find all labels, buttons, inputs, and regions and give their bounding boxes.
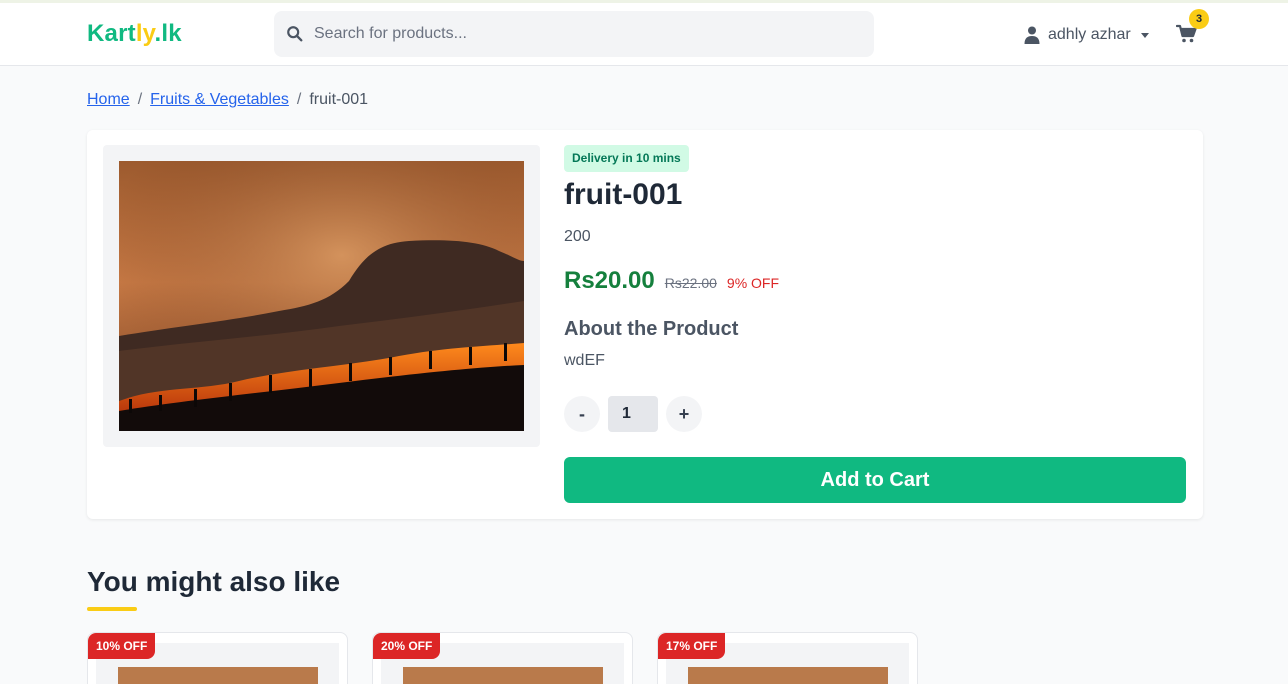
user-menu[interactable]: adhly azhar [1024,23,1149,47]
logo-part-2: ly [135,20,155,47]
product-title: fruit-001 [564,178,683,211]
cart-count-badge: 3 [1189,9,1209,29]
breadcrumb-home-link[interactable]: Home [87,91,130,109]
breadcrumb-separator: / [296,91,302,108]
logo-part-1: Kart [87,20,136,47]
related-product-image [688,667,888,684]
breadcrumb-category-link[interactable]: Fruits & Vegetables [150,91,289,109]
product-image [119,161,524,431]
site-header: Kartly.lk adhly azhar 3 [0,3,1288,66]
site-logo[interactable]: Kartly.lk [87,20,182,48]
caret-down-icon [1140,32,1149,38]
quantity-input[interactable] [608,396,658,432]
user-name: adhly azhar [1048,26,1131,43]
decrease-quantity-button[interactable]: - [564,396,600,432]
related-product-image [403,667,603,684]
search-bar [274,11,874,57]
product-detail-card: Delivery in 10 mins fruit-001 200 Rs20.0… [87,130,1203,519]
original-price: Rs22.00 [664,275,717,291]
discount-badge: 10% OFF [88,633,156,659]
delivery-badge: Delivery in 10 mins [564,145,689,172]
related-product-image [118,667,318,684]
discount-badge: 17% OFF [658,633,726,659]
breadcrumb: Home / Fruits & Vegetables / fruit-001 [87,91,368,109]
breadcrumb-current: fruit-001 [309,91,369,108]
related-product-card[interactable]: 17% OFF [657,632,918,684]
product-weight: 200 [564,228,591,245]
search-input[interactable] [314,11,864,57]
price-row: Rs20.00 Rs22.00 9% OFF [564,267,779,295]
user-icon [1024,26,1040,44]
related-product-card[interactable]: 10% OFF [87,632,348,684]
increase-quantity-button[interactable]: + [666,396,702,432]
related-product-card[interactable]: 20% OFF [372,632,633,684]
search-icon [287,26,303,42]
about-heading: About the Product [564,318,739,340]
breadcrumb-separator: / [137,91,143,108]
related-products-heading: You might also like [87,566,341,597]
quantity-stepper: - + [564,396,702,432]
product-image-frame [103,145,540,447]
logo-part-3: .lk [154,20,182,47]
about-text: wdEF [564,352,605,369]
heading-underline [87,607,137,611]
current-price: Rs20.00 [564,267,655,294]
add-to-cart-button[interactable]: Add to Cart [564,457,1186,503]
discount-label: 9% OFF [726,275,780,291]
discount-badge: 20% OFF [373,633,441,659]
